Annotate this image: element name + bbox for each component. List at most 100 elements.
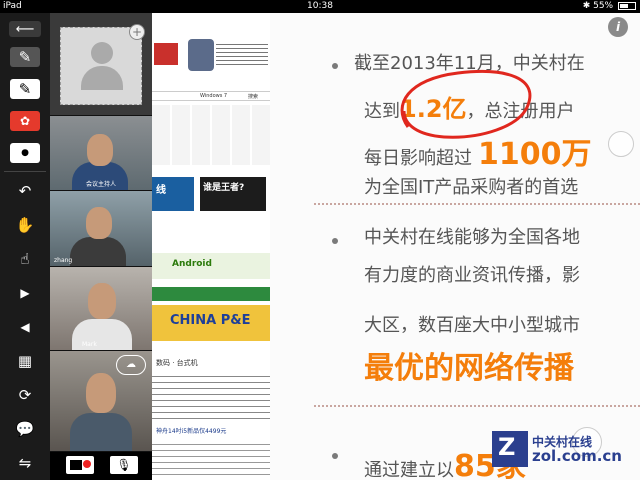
- web-logo: [154, 43, 178, 65]
- video-tile-zhang[interactable]: zhang: [50, 191, 152, 267]
- pointer-hand-icon: ☝: [20, 250, 30, 268]
- dot-icon: ●: [10, 143, 40, 163]
- web-green-banner: [152, 287, 270, 301]
- person-head: [87, 134, 113, 166]
- pencil-icon: ✎: [10, 47, 40, 67]
- annotation-toolbar: ⟵ ✎ ✎ ✿ ● ↶ ✋ ☝ ▶ ◀ ▦ ⟳ 💬 ⇋: [0, 13, 50, 480]
- slide-overlay-button[interactable]: [608, 131, 634, 157]
- call-controls: 🎙: [50, 452, 152, 480]
- info-icon[interactable]: i: [608, 17, 628, 37]
- pen-tool-button[interactable]: ✎: [0, 75, 50, 103]
- slide-line-7: 大区，数百座大中小型城市: [364, 315, 580, 336]
- web-news-item: 神舟14吋i5新品仅4499元: [152, 425, 270, 435]
- battery-percent: 55%: [593, 1, 614, 11]
- video-tile-mark[interactable]: Mark: [50, 267, 152, 351]
- prev-slide-button[interactable]: ◀: [0, 313, 50, 341]
- participant-video-list: + 会议主持人 zhang Mark ☁: [50, 13, 152, 480]
- web-news-list-2: [152, 439, 270, 479]
- color-picker-button[interactable]: ✿: [0, 107, 50, 135]
- video-tile-self[interactable]: ☁: [50, 351, 152, 452]
- web-news-heading: 数码 · 台式机: [152, 357, 270, 367]
- video-off-badge: [83, 460, 91, 468]
- slide-line-3: 每日影响超过 1100万: [364, 129, 592, 173]
- web-header: [152, 37, 270, 73]
- slide-line-4: 为全国IT产品采购者的首选: [364, 177, 579, 198]
- avatar-head: [91, 42, 113, 64]
- zol-logo: Z: [492, 431, 528, 467]
- toggle-mic-button[interactable]: 🎙: [110, 456, 138, 474]
- rotate-screen-icon: ⇋: [18, 454, 32, 472]
- video-slot-empty: +: [50, 13, 152, 116]
- highlight-daily-reach: 1100万: [478, 137, 592, 172]
- shared-webpage: Windows 7 搜索 线 谁是王者? Android CHINA P&E 数…: [152, 13, 270, 480]
- bullet-3: [332, 453, 338, 459]
- battery-status: ✱ 55%: [583, 0, 636, 13]
- pan-hand-button[interactable]: ✋: [0, 211, 50, 239]
- clock: 10:38: [307, 1, 333, 11]
- add-participant-icon[interactable]: +: [129, 24, 145, 40]
- bullet-2: [332, 238, 338, 244]
- toolbar-divider: [4, 171, 46, 172]
- rotate-screen-button[interactable]: ⇋: [0, 449, 50, 477]
- play-prev-icon: ◀: [20, 320, 30, 334]
- presentation-slide: i 截至2013年11月，中关村在 达到1.2亿，总注册用户 每日影响超过 110…: [270, 13, 640, 480]
- bullet-1: [332, 63, 338, 69]
- person-head: [86, 373, 116, 413]
- web-china-pe-text: CHINA P&E: [170, 313, 251, 328]
- slide-line-5: 中关村在线能够为全国各地: [364, 227, 580, 248]
- person-body: [70, 413, 132, 451]
- undo-icon: ↶: [18, 182, 32, 200]
- bluetooth-icon: ✱: [582, 1, 591, 11]
- status-bar: iPad 10:38 ✱ 55%: [0, 0, 640, 13]
- undo-button[interactable]: ↶: [0, 177, 50, 205]
- palette-icon: ✿: [10, 111, 40, 131]
- pencil-tool-button[interactable]: ✎: [0, 43, 50, 71]
- chat-bubble-icon: 💬: [15, 420, 35, 438]
- slide-line-6: 有力度的商业资讯传播，影: [364, 265, 580, 286]
- stroke-size-button[interactable]: ●: [0, 139, 50, 167]
- grid-view-button[interactable]: ▦: [0, 347, 50, 375]
- video-label: zhang: [54, 257, 73, 264]
- web-category-icons: [152, 105, 270, 165]
- avatar-body: [81, 66, 123, 90]
- web-banner-blue: 线: [152, 177, 194, 211]
- web-android-ad: Android: [152, 253, 270, 279]
- person-head: [86, 207, 112, 239]
- slide-line-3a: 每日影响超过: [364, 148, 472, 169]
- watermark-url: zol.com.cn: [532, 447, 622, 465]
- microphone-icon: 🎙: [116, 458, 132, 472]
- slide-line-9a: 通过建立以: [364, 460, 454, 480]
- web-search-bar: Windows 7 搜索: [152, 91, 270, 101]
- web-search-tab: Windows 7: [200, 93, 228, 99]
- web-search-button: 搜索: [248, 94, 259, 100]
- cloud-sync-icon[interactable]: ☁: [116, 355, 146, 375]
- slide-divider-1: [314, 203, 640, 205]
- web-news-item-text: 神舟14吋i5新品仅4499元: [156, 428, 227, 435]
- web-text-block: [216, 41, 268, 67]
- web-china-pe-ad: CHINA P&E: [152, 305, 270, 341]
- slide-line-8-highlight: 最优的网络传播: [364, 351, 574, 386]
- battery-icon: [618, 1, 636, 10]
- pointer-button[interactable]: ☝: [0, 245, 50, 273]
- web-news-heading-text: 数码 · 台式机: [156, 359, 198, 367]
- hand-icon: ✋: [15, 216, 35, 234]
- empty-avatar-placeholder[interactable]: +: [60, 24, 145, 105]
- web-banner-row: 线 谁是王者?: [152, 173, 270, 215]
- slide-divider-2: [314, 405, 640, 407]
- video-off-icon: [70, 460, 82, 470]
- chat-button[interactable]: 💬: [0, 415, 50, 443]
- camera-switch-icon: ⟳: [18, 386, 32, 404]
- play-next-icon: ▶: [20, 286, 30, 300]
- web-android-text: Android: [172, 259, 212, 269]
- web-portrait: [188, 39, 214, 71]
- video-tile-host[interactable]: 会议主持人: [50, 116, 152, 191]
- grid-icon: ▦: [17, 352, 33, 370]
- switch-camera-button[interactable]: ⟳: [0, 381, 50, 409]
- video-label: 会议主持人: [85, 181, 116, 188]
- video-label: Mark: [82, 341, 97, 348]
- back-button[interactable]: ⟵: [0, 15, 50, 43]
- toggle-camera-button[interactable]: [66, 456, 94, 474]
- next-slide-button[interactable]: ▶: [0, 279, 50, 307]
- web-banner-dark: 谁是王者?: [200, 177, 266, 211]
- pen-icon: ✎: [10, 79, 40, 99]
